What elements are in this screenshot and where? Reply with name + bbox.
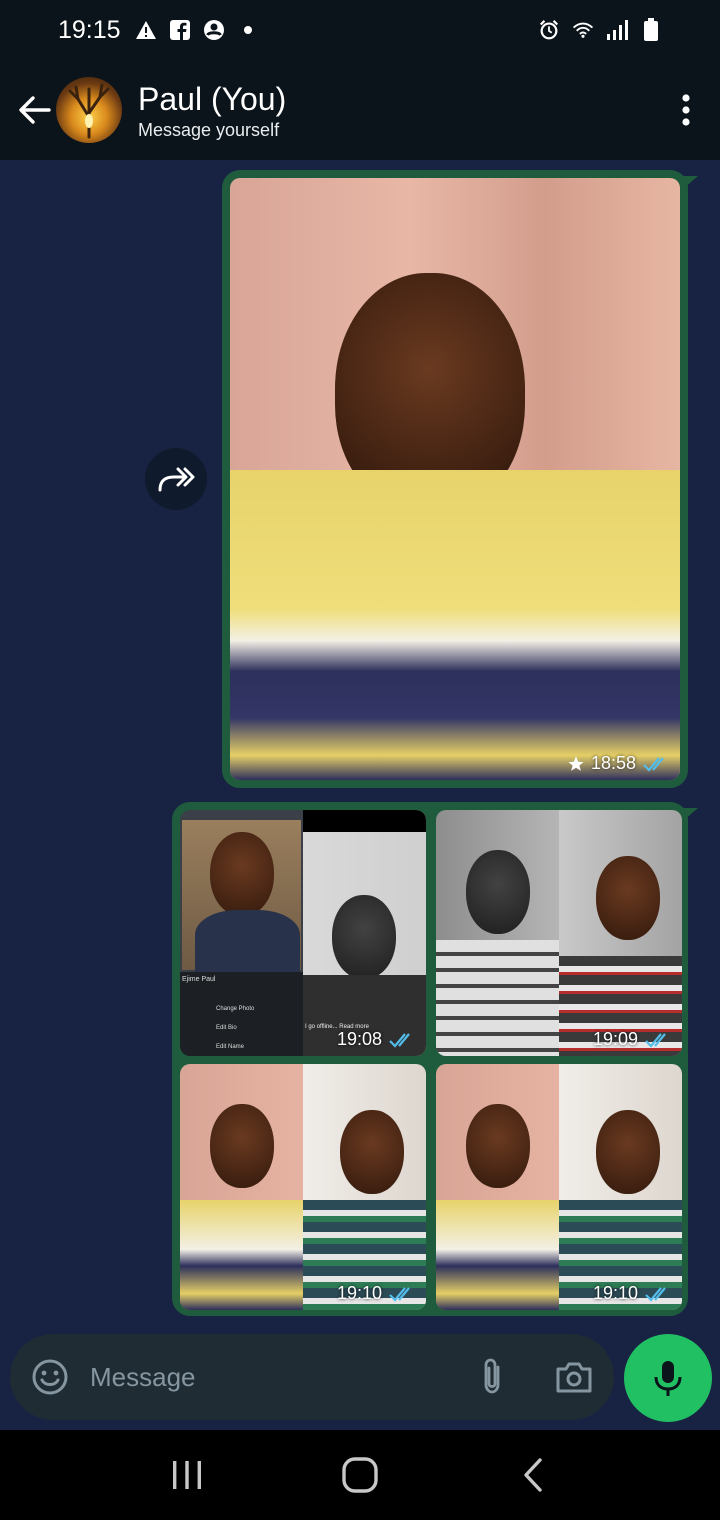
paperclip-icon — [484, 1358, 500, 1394]
account-icon — [203, 19, 225, 41]
back-nav-button[interactable] — [503, 1445, 563, 1505]
read-ticks-icon — [645, 1286, 666, 1302]
dot-icon — [237, 19, 259, 41]
message-meta: 18:58 — [567, 753, 670, 774]
photo-face — [332, 895, 396, 979]
photo-face — [210, 832, 274, 916]
warning-icon — [135, 19, 157, 41]
chat-title: Paul (You) — [138, 80, 287, 117]
star-icon — [568, 756, 584, 771]
read-ticks-icon — [389, 1286, 410, 1302]
emoji-button[interactable] — [28, 1355, 72, 1399]
message-meta: 19:10 — [337, 1283, 416, 1304]
profile-menu: Ejime Paul Change Photo Edit Bio Edit Na… — [180, 972, 303, 1056]
photo-topbar — [303, 810, 426, 832]
photo-face — [466, 850, 530, 934]
bubble-tail — [682, 808, 698, 822]
chat-subtitle: Message yourself — [138, 119, 280, 140]
avatar[interactable] — [56, 77, 122, 143]
read-ticks-icon — [645, 1032, 666, 1048]
group-photo-1[interactable]: Ejime Paul Change Photo Edit Bio Edit Na… — [180, 810, 426, 1056]
signal-icon — [606, 19, 628, 41]
more-options-button[interactable] — [666, 80, 706, 140]
back-arrow-icon — [19, 96, 51, 124]
message-composer — [10, 1334, 614, 1420]
title-block[interactable]: Paul (You) Message yourself — [138, 80, 666, 141]
more-vert-icon — [682, 94, 690, 126]
system-nav-bar — [0, 1430, 720, 1520]
group-photo-4[interactable]: 19:10 — [436, 1064, 682, 1310]
photo-face — [210, 1104, 274, 1188]
voice-message-button[interactable] — [624, 1334, 712, 1422]
message-meta: 19:10 — [593, 1283, 672, 1304]
profile-menu-items: Change Photo Edit Bio Edit Name — [216, 1000, 254, 1056]
input-bar — [0, 1330, 720, 1430]
home-button[interactable] — [330, 1445, 390, 1505]
message-time: 19:10 — [336, 1283, 382, 1303]
home-icon — [342, 1457, 378, 1493]
back-button[interactable] — [14, 90, 54, 130]
status-left: 19:15 — [58, 16, 259, 45]
forward-icon — [158, 467, 195, 492]
message-input[interactable] — [90, 1361, 470, 1393]
forward-button[interactable] — [145, 448, 207, 510]
photo-shirt — [230, 470, 680, 780]
menu-item-edit-name: Edit Name — [216, 1044, 245, 1050]
menu-item-change-photo: Change Photo — [216, 1006, 255, 1012]
message-time: 18:58 — [590, 753, 636, 773]
status-bar: 19:15 — [0, 0, 720, 60]
microphone-icon — [654, 1361, 682, 1396]
camera-button[interactable] — [552, 1355, 596, 1399]
image-group-message[interactable]: Ejime Paul Change Photo Edit Bio Edit Na… — [172, 802, 698, 1316]
chat-header: Paul (You) Message yourself — [0, 60, 720, 160]
wifi-icon — [572, 19, 594, 41]
image-message[interactable]: 18:58 — [222, 170, 698, 788]
group-photo-3[interactable]: 19:10 — [180, 1064, 426, 1310]
battery-icon — [640, 18, 662, 41]
chat-area[interactable]: 18:58 Ejime Paul Change Photo Edit Bio E… — [0, 160, 720, 1330]
photo-shirt — [436, 940, 559, 1056]
facebook-icon — [169, 19, 191, 41]
photo-face — [596, 856, 660, 940]
camera-icon — [556, 1362, 592, 1393]
tree-icon — [68, 83, 110, 139]
attach-button[interactable] — [470, 1355, 514, 1399]
profile-name: Ejime Paul — [182, 976, 216, 983]
read-ticks-icon — [389, 1032, 410, 1048]
menu-item-edit-bio: Edit Bio — [216, 1025, 237, 1031]
message-time: 19:08 — [336, 1029, 382, 1049]
photo-shirt — [195, 910, 300, 972]
group-photo-2[interactable]: 19:09 — [436, 810, 682, 1056]
status-right — [538, 18, 662, 41]
message-photo[interactable]: 18:58 — [230, 178, 680, 780]
photo-face — [466, 1104, 530, 1188]
message-time: 19:10 — [592, 1283, 638, 1303]
bubble-tail — [682, 176, 698, 190]
notification-icons — [135, 19, 259, 41]
photo-shirt — [180, 1200, 303, 1310]
recents-icon — [172, 1461, 201, 1489]
status-time: 19:15 — [58, 15, 121, 44]
recent-apps-button[interactable] — [157, 1445, 217, 1505]
message-time: 19:09 — [592, 1029, 638, 1049]
alarm-icon — [538, 19, 560, 41]
back-chevron-icon — [524, 1458, 543, 1492]
photo-shirt — [436, 1200, 559, 1310]
photo-face — [596, 1110, 660, 1194]
message-meta: 19:08 — [337, 1029, 416, 1050]
message-meta: 19:09 — [593, 1029, 672, 1050]
emoji-icon — [32, 1359, 68, 1395]
photo-face — [340, 1110, 404, 1194]
read-ticks-icon — [643, 756, 664, 772]
